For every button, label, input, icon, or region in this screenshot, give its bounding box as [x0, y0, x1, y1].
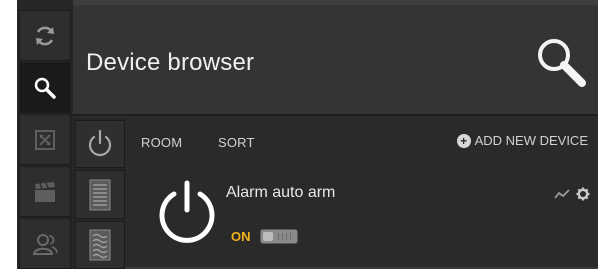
- page-header: Device browser: [73, 0, 598, 116]
- users-icon: [32, 233, 58, 255]
- page-title: Device browser: [86, 49, 255, 76]
- power-icon: [88, 129, 112, 157]
- toggle-ridge: [282, 233, 283, 240]
- device-list-panel: ROOM SORT + ADD NEW DEVICE Alarm auto ar…: [125, 118, 598, 269]
- header-search-button[interactable]: [534, 35, 588, 94]
- room-filter-link[interactable]: ROOM: [141, 135, 182, 150]
- device-actions: [554, 187, 590, 201]
- frame-icon: [35, 129, 55, 150]
- toggle-knob: [263, 232, 273, 241]
- device-name: Alarm auto arm: [226, 184, 336, 201]
- waves-icon: [89, 229, 111, 261]
- users-button[interactable]: [19, 218, 71, 269]
- device-row: Alarm auto arm ON: [125, 163, 598, 269]
- gear-icon[interactable]: [576, 187, 590, 201]
- trend-icon[interactable]: [554, 188, 570, 200]
- waves-button[interactable]: [75, 221, 125, 269]
- search-icon: [538, 39, 586, 87]
- device-power-button[interactable]: [157, 180, 217, 251]
- search-icon: [34, 77, 56, 99]
- toggle-ridge: [290, 233, 291, 240]
- sort-link[interactable]: SORT: [218, 135, 255, 150]
- clapperboard-icon: [35, 181, 55, 202]
- toggle-ridge: [278, 233, 279, 240]
- media-button[interactable]: [19, 166, 71, 217]
- frame-button[interactable]: [19, 114, 71, 165]
- filter-sidebar: [73, 118, 125, 269]
- app-frame: Device browser ROOM SORT + ADD NEW DEVIC…: [17, 0, 598, 269]
- search-nav-button[interactable]: [19, 62, 71, 113]
- device-status: ON: [231, 229, 251, 244]
- add-device-label: ADD NEW DEVICE: [474, 133, 588, 148]
- add-device-button[interactable]: + ADD NEW DEVICE: [456, 133, 588, 148]
- sync-button[interactable]: [19, 10, 71, 61]
- main-sidebar: [17, 0, 73, 269]
- power-icon: [159, 180, 215, 243]
- list-icon: [89, 179, 111, 210]
- device-toggle[interactable]: [260, 229, 298, 244]
- toggle-ridge: [286, 233, 287, 240]
- plus-circle-icon: +: [456, 133, 471, 148]
- power-filter-button[interactable]: [75, 120, 125, 168]
- sync-icon: [36, 26, 54, 45]
- list-view-button[interactable]: [75, 170, 125, 219]
